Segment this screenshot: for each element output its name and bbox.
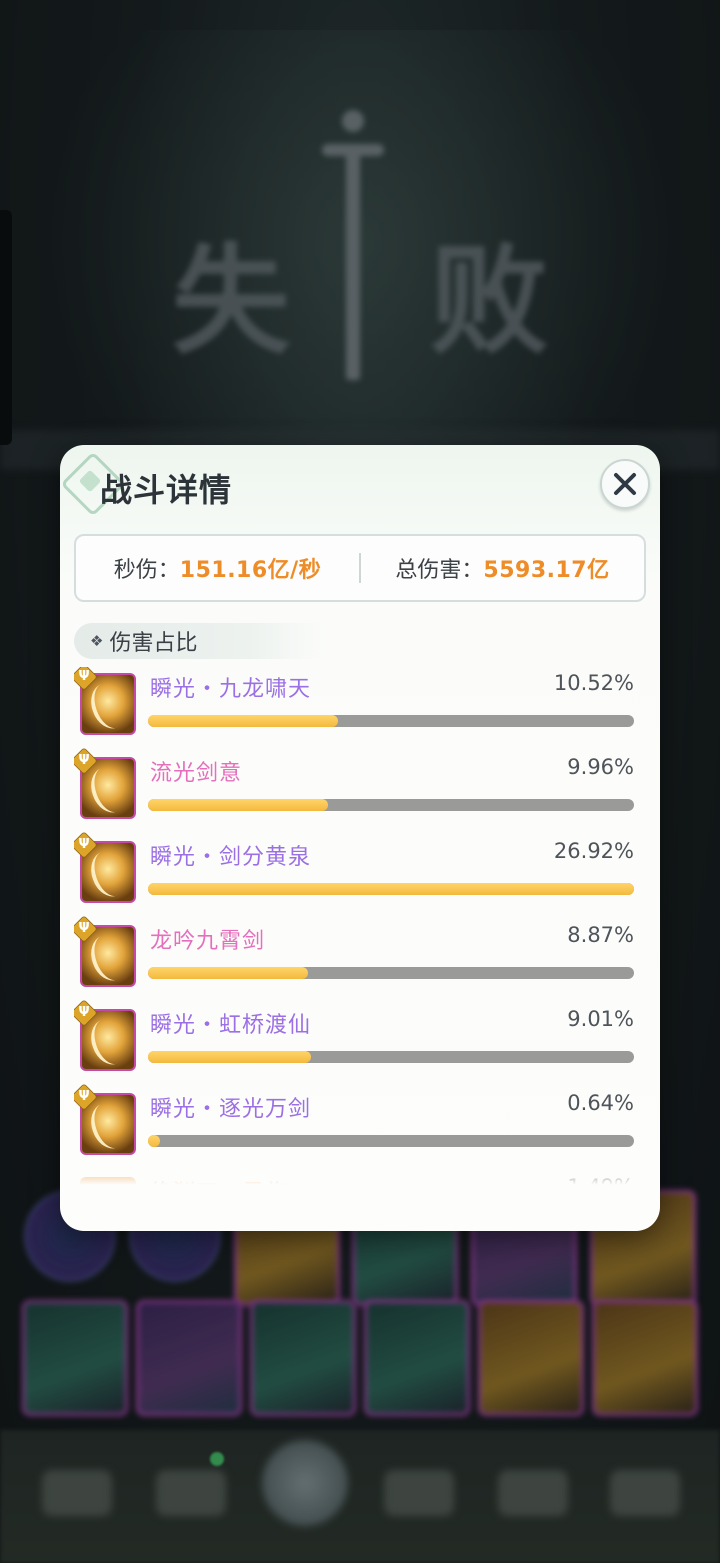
damage-share-bar (148, 799, 634, 811)
damage-share-bar-fill (148, 967, 309, 979)
section-label: 伤害占比 (109, 631, 198, 656)
close-icon (614, 473, 636, 495)
skill-damage-percent: 10.52% (553, 671, 634, 695)
skill-name: 瞬光・逐光万剑 (150, 1097, 312, 1122)
damage-share-bar-fill (148, 1051, 311, 1063)
damage-share-bar (148, 883, 634, 895)
battle-details-dialog: 战斗详情 秒伤：151.16亿/秒 总伤害：5593.17亿 ❖ 伤害占比 Ψ 瞬… (60, 445, 660, 1231)
trident-badge-icon: Ψ (74, 1000, 97, 1026)
skill-name: 瞬光・剑分黄泉 (150, 845, 312, 870)
skill-name: 瞬光・虹桥渡仙 (150, 1013, 312, 1038)
skill-damage-percent: 9.01% (567, 1007, 634, 1031)
trident-badge-icon: Ψ (74, 916, 97, 942)
skill-damage-percent: 9.96% (567, 755, 634, 779)
skill-row[interactable]: Ψ 瞬光・剑分黄泉 26.92% (74, 832, 646, 919)
skill-damage-percent: 26.92% (553, 839, 634, 863)
damage-share-bar-fill (148, 715, 338, 727)
total-damage-value: 5593.17亿 (483, 558, 610, 583)
trident-badge-icon: Ψ (74, 1084, 97, 1110)
damage-share-bar (148, 1051, 634, 1063)
damage-share-header: ❖ 伤害占比 (74, 623, 324, 659)
trident-badge-icon: Ψ (74, 832, 97, 858)
dps-value: 151.16亿/秒 (179, 558, 322, 583)
skill-row[interactable]: Ψ 流光剑意 9.96% (74, 748, 646, 835)
total-damage-label: 总伤害： (395, 558, 484, 583)
damage-share-bar (148, 1135, 634, 1147)
skill-name: 流光剑意 (150, 761, 243, 786)
damage-share-bar-fill (148, 1135, 160, 1147)
skill-name: 龙吟九霄剑 (150, 929, 266, 954)
damage-share-bar-fill (148, 883, 634, 895)
close-button[interactable] (600, 459, 650, 509)
skill-row[interactable]: Ψ 龙吟九霄剑 8.87% (74, 916, 646, 1003)
skill-damage-percent: 8.87% (567, 923, 634, 947)
damage-share-bar (148, 715, 634, 727)
skill-row[interactable]: Ψ 瞬光・虹桥渡仙 9.01% (74, 1000, 646, 1087)
damage-stats-panel: 秒伤：151.16亿/秒 总伤害：5593.17亿 (74, 534, 646, 602)
skill-name: 瞬光・九龙啸天 (150, 677, 312, 702)
skill-row[interactable]: Ψ 瞬光・逐光万剑 0.64% (74, 1084, 646, 1171)
skill-damage-list[interactable]: Ψ 瞬光・九龙啸天 10.52% Ψ 流光剑意 9.96% Ψ 瞬光・剑分黄泉 26.92% Ψ 龙… (74, 667, 646, 1191)
skill-damage-percent: 0.64% (567, 1091, 634, 1115)
skill-row[interactable]: Ψ 瞬光・九龙啸天 10.52% (74, 667, 646, 751)
damage-share-bar-fill (148, 799, 328, 811)
dps-label: 秒伤： (113, 558, 180, 583)
dialog-title: 战斗详情 (100, 471, 233, 509)
damage-share-bar (148, 967, 634, 979)
total-damage-stat: 总伤害：5593.17亿 (361, 552, 644, 584)
diamond-bullet-icon: ❖ (90, 632, 104, 650)
list-fade (74, 1161, 646, 1195)
dps-stat: 秒伤：151.16亿/秒 (76, 552, 359, 584)
trident-badge-icon: Ψ (74, 667, 97, 690)
trident-badge-icon: Ψ (74, 748, 97, 774)
